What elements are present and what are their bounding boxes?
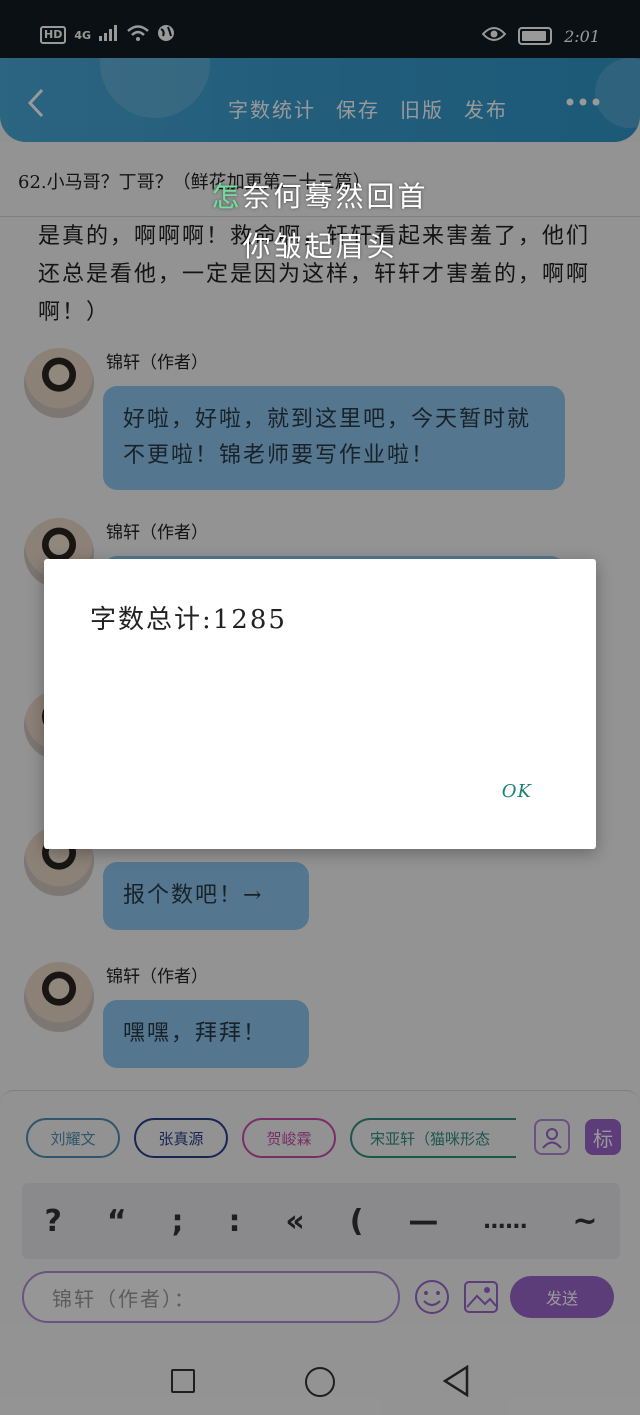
ok-button[interactable]: OK [502, 781, 532, 802]
lyrics-line-2: 你皱起眉头 [242, 230, 398, 263]
word-count-dialog: 字数总计:1285 OK [44, 559, 596, 849]
lyrics-overlay: 怎奈何蓦然回首 你皱起眉头 [0, 172, 640, 272]
dialog-message: 字数总计:1285 [90, 605, 287, 635]
lyrics-line-1-rest: 奈何蓦然回首 [242, 180, 429, 213]
lyrics-line-1: 怎奈何蓦然回首 [0, 172, 640, 222]
lyrics-highlight: 怎 [211, 180, 243, 213]
